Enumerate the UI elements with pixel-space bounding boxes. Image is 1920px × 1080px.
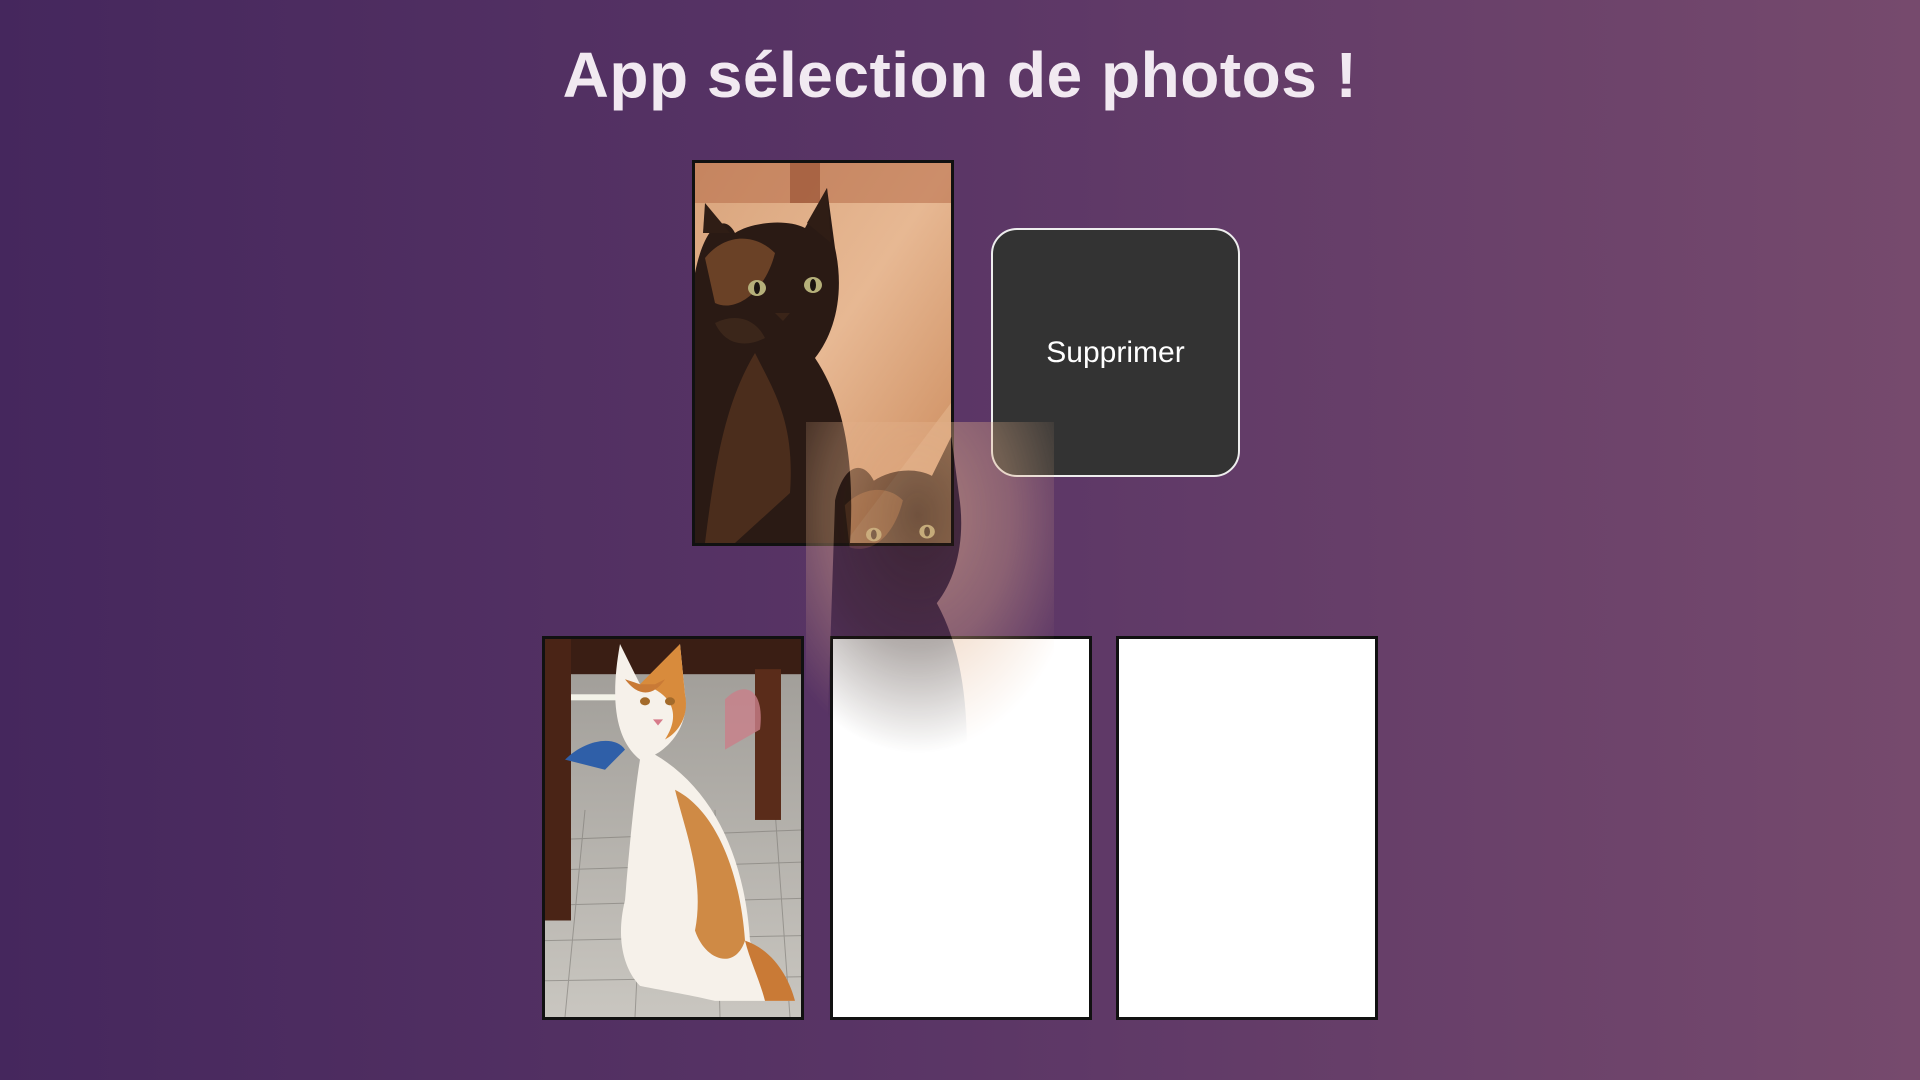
photo-slot-3[interactable] [1116, 636, 1378, 1020]
photo-slot-2[interactable] [830, 636, 1092, 1020]
orange-white-cat-photo [545, 639, 801, 1017]
page-title: App sélection de photos ! [562, 39, 1358, 111]
delete-button[interactable]: Supprimer [991, 228, 1240, 477]
photo-preview[interactable] [692, 160, 954, 546]
dark-cat-photo [695, 163, 951, 543]
photo-slot-1[interactable] [542, 636, 804, 1020]
